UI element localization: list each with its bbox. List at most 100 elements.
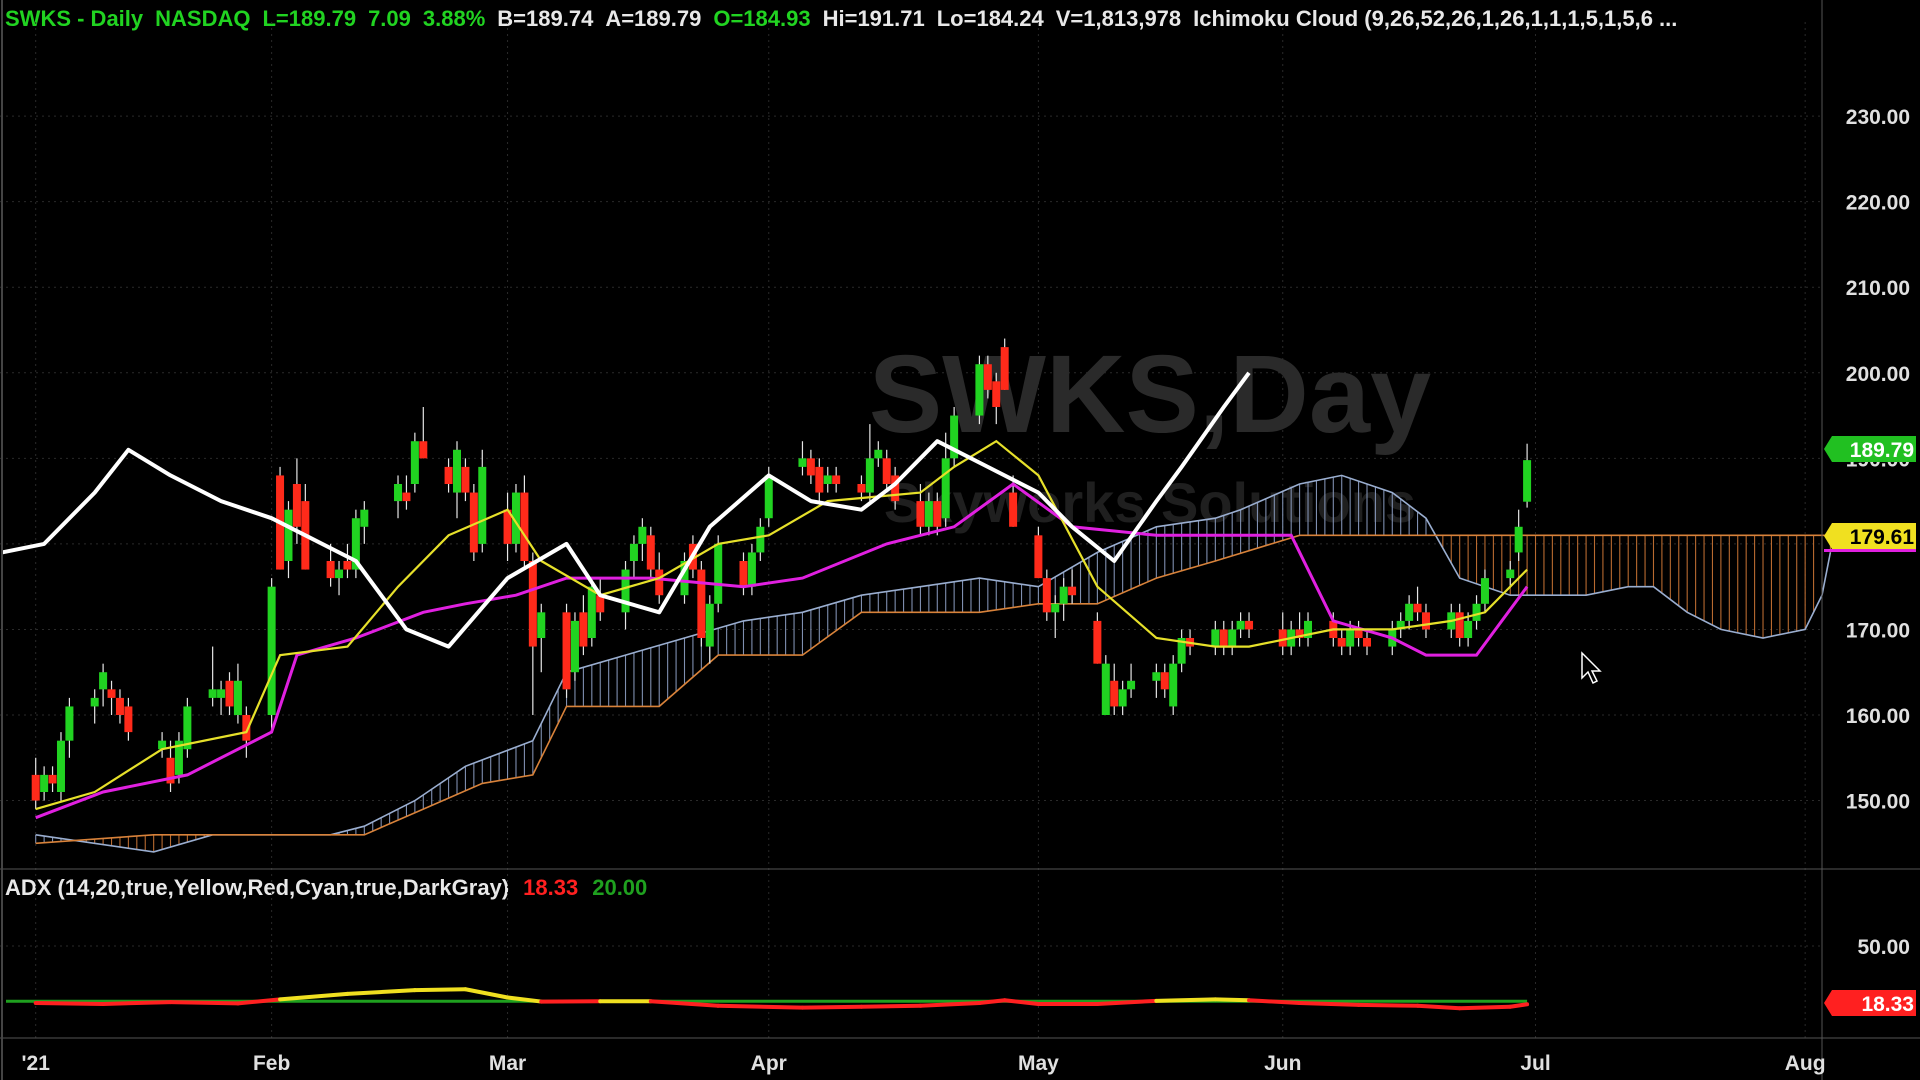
candle-body (107, 689, 116, 698)
candle-body (31, 774, 40, 801)
adx-line-segment (918, 1001, 982, 1008)
last-price-tag: 189.79 (1824, 436, 1916, 462)
adx-line-segment (1457, 1004, 1513, 1011)
candlestick (1480, 569, 1489, 613)
price-chart[interactable]: SWKS,Day Skyworks Solutions 230.00220.00… (0, 0, 1920, 1080)
candle-body (1169, 663, 1178, 707)
candle-body (587, 586, 596, 638)
candle-body (537, 612, 546, 638)
candle-body (124, 706, 133, 733)
candlestick (183, 697, 192, 758)
candle-body (823, 475, 832, 484)
candle-body (410, 441, 419, 484)
y-tick-label: 160.00 (1846, 705, 1910, 728)
candle-body (1421, 612, 1430, 630)
candlestick (629, 535, 638, 579)
candle-body (1068, 586, 1077, 596)
adx-line-segment (168, 1000, 240, 1006)
adx-line-segment (1415, 1003, 1462, 1011)
candlestick (832, 466, 841, 493)
candle-body (1354, 629, 1363, 638)
y-tick-label: 200.00 (1846, 363, 1910, 386)
watermark-company: Skyworks Solutions (884, 471, 1416, 534)
candle-body (394, 484, 403, 502)
candle-body (1000, 347, 1009, 390)
candlestick (1093, 612, 1102, 664)
candlestick (107, 680, 116, 715)
candle-body (99, 672, 108, 690)
candle-body (798, 458, 807, 467)
candle-body (629, 543, 638, 561)
candle-body (756, 526, 765, 553)
candle-body (267, 586, 276, 715)
candlestick (1034, 526, 1043, 579)
candlestick (570, 612, 579, 681)
candlestick (806, 449, 815, 484)
adx-line-segment (1297, 1001, 1361, 1007)
candle-body (225, 680, 234, 707)
candle-body (48, 774, 57, 784)
y-tick-label: 150.00 (1846, 791, 1910, 814)
candlestick (394, 475, 403, 519)
candlestick (343, 543, 352, 579)
candlestick (90, 689, 99, 724)
candlestick (276, 466, 285, 570)
adx-y-tick-label: 50.00 (1857, 936, 1910, 959)
candle-body (1346, 629, 1355, 647)
candle-body (360, 509, 369, 527)
adx-line-segment (1356, 1002, 1420, 1008)
candlestick (99, 663, 108, 707)
x-tick-label: Aug (1785, 1052, 1826, 1075)
candle-body (865, 458, 874, 493)
candlestick (1413, 586, 1422, 621)
candle-body (208, 689, 217, 698)
candlestick (1455, 603, 1464, 647)
candle-body (924, 501, 933, 527)
candlestick (284, 501, 293, 579)
candlestick (1405, 595, 1414, 630)
candle-body (1363, 638, 1371, 647)
candle-body (655, 569, 664, 596)
candlestick (756, 518, 765, 561)
candlestick (1127, 663, 1136, 698)
candlestick (1051, 595, 1060, 638)
x-tick-label: Jul (1520, 1052, 1550, 1075)
candle-body (1506, 569, 1515, 579)
candle-body (1413, 603, 1422, 613)
y-tick-label: 230.00 (1846, 106, 1910, 129)
candle-body (1009, 492, 1018, 527)
adx-line-segment (716, 1003, 805, 1010)
candle-body (646, 535, 655, 570)
candlestick (1354, 620, 1363, 647)
adx-line-segment (1154, 997, 1218, 1003)
candle-body (1480, 578, 1489, 604)
candle-body (933, 501, 942, 527)
candlestick (638, 518, 647, 561)
candlestick (1337, 629, 1346, 656)
candlestick (56, 732, 65, 801)
candle-body (1051, 603, 1060, 613)
candlestick (537, 603, 546, 673)
x-tick-label: Mar (489, 1052, 526, 1075)
candle-body (815, 466, 824, 493)
candle-body (1059, 586, 1068, 604)
candlestick (1236, 612, 1245, 638)
adx-line-segment (1247, 998, 1302, 1006)
candlestick (453, 441, 461, 519)
candlestick (1219, 620, 1228, 656)
candlestick (478, 449, 487, 553)
candlestick (1118, 680, 1127, 715)
candlestick (1514, 509, 1523, 561)
candlestick (815, 458, 824, 502)
base-line (35, 482, 1529, 820)
x-tick-label: May (1018, 1052, 1059, 1075)
candlestick (48, 766, 57, 792)
candlestick (621, 561, 630, 630)
candlestick (975, 355, 984, 425)
candlestick (1421, 603, 1430, 638)
candle-body (1523, 460, 1532, 502)
candle-body (478, 466, 487, 544)
candle-body (1405, 603, 1414, 621)
candle-body (975, 364, 984, 416)
candle-body (1228, 629, 1237, 647)
